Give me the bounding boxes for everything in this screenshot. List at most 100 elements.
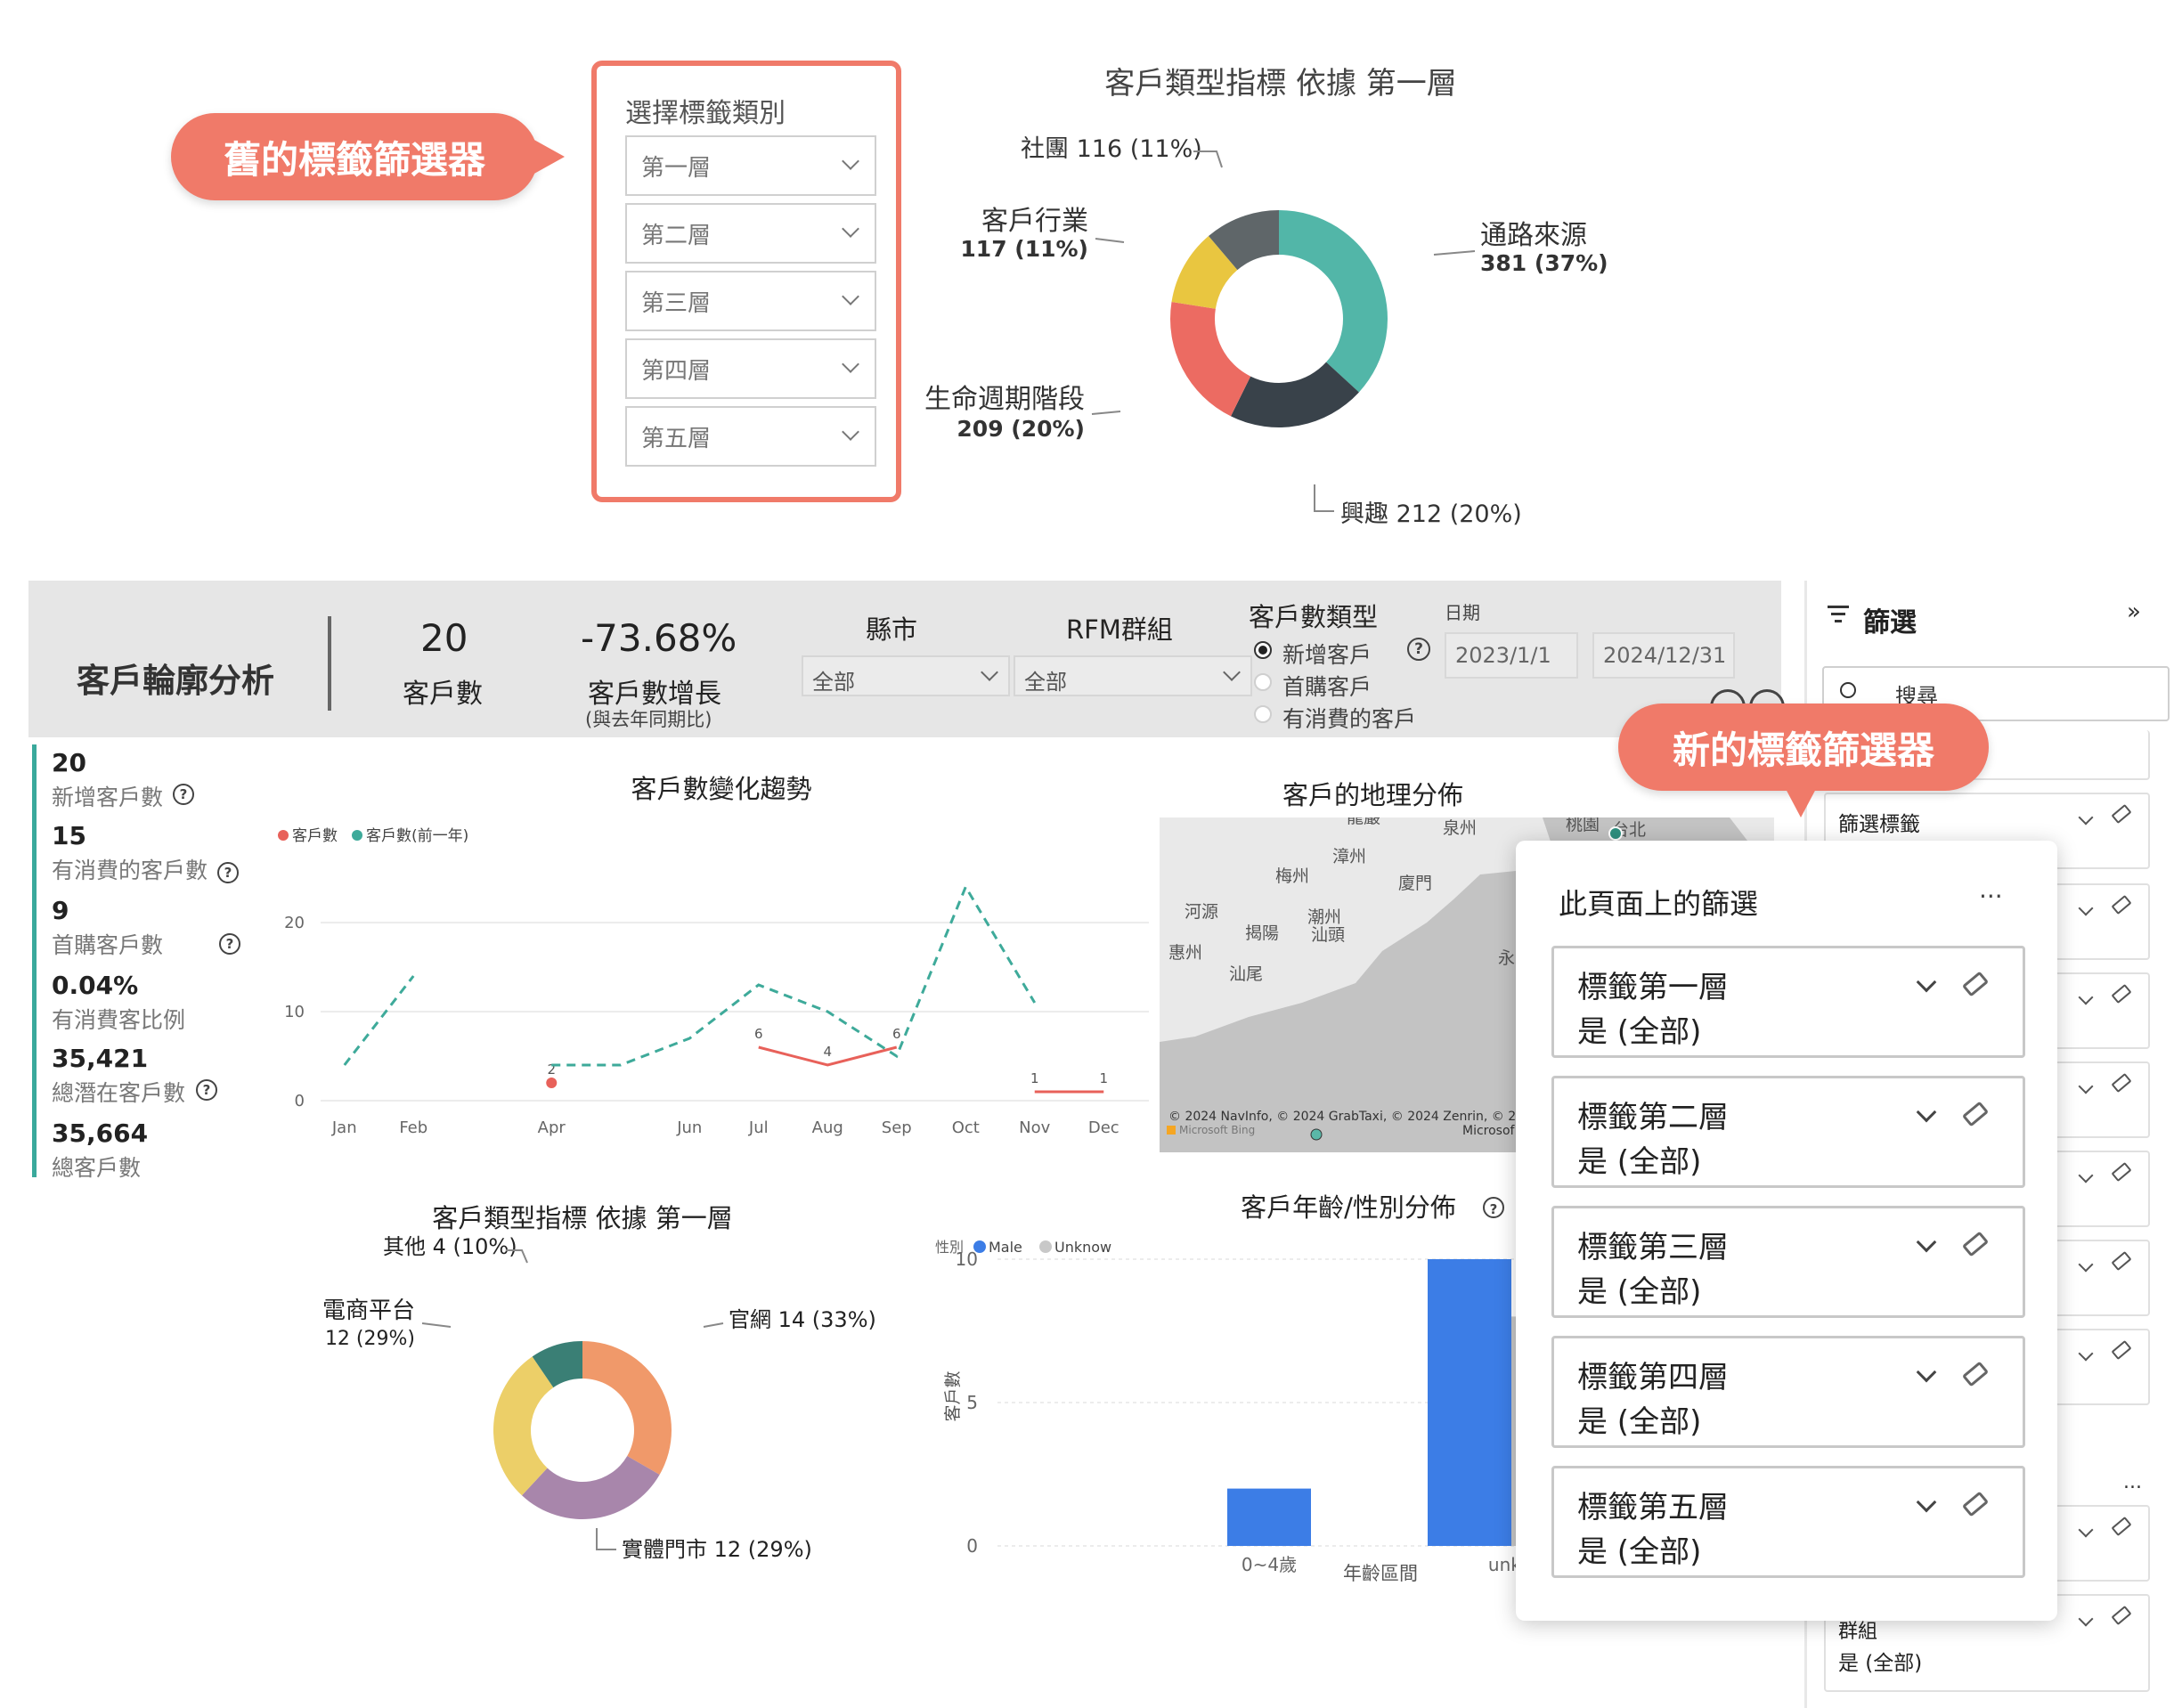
series-point bbox=[546, 1078, 558, 1088]
series-line bbox=[551, 883, 1037, 1067]
map-city-label: 漳州 bbox=[1332, 847, 1366, 866]
popup-filter-card-layer-2[interactable]: 標籤第二層 是 (全部) bbox=[1551, 1076, 2025, 1188]
radio-label-spending: 有消費的客戶 bbox=[1282, 706, 1417, 732]
eraser-icon[interactable] bbox=[1961, 1231, 1990, 1257]
eraser-icon[interactable] bbox=[1961, 1361, 1990, 1387]
old-dropdown-layer-5[interactable]: 第五層 bbox=[625, 406, 876, 467]
chevron-down-icon bbox=[2078, 1167, 2094, 1183]
chevron-down-icon[interactable] bbox=[1916, 972, 1937, 993]
kpi-potential-customers-label: 總潛在客戶數 bbox=[52, 1080, 186, 1106]
donut-slice bbox=[1279, 210, 1388, 393]
popup-filter-card-layer-3[interactable]: 標籤第三層 是 (全部) bbox=[1551, 1206, 2025, 1318]
old-dropdown-label: 第五層 bbox=[641, 425, 712, 452]
x-tick-label: Jul bbox=[748, 1118, 769, 1137]
help-icon[interactable]: ? bbox=[1407, 638, 1430, 661]
map-city-label: 揭陽 bbox=[1245, 923, 1279, 943]
age-gender-bar-chart: 客戶年齡/性別分佈 ? 性別MaleUnknow 0510 0~4歲unknow… bbox=[935, 1192, 1532, 1584]
more-options-icon[interactable]: ... bbox=[1979, 874, 2003, 904]
chevron-down-icon[interactable] bbox=[1916, 1102, 1937, 1123]
eraser-icon[interactable] bbox=[2111, 1250, 2132, 1272]
filter-icon bbox=[1828, 606, 1849, 622]
help-icon[interactable]: ? bbox=[196, 1079, 217, 1101]
pane-more-icon[interactable]: ... bbox=[2123, 1471, 2142, 1493]
rfm-dropdown[interactable]: 全部 bbox=[1014, 655, 1252, 696]
top-donut-title: 客戶類型指標 依據 第一層 bbox=[1104, 66, 1457, 102]
eraser-icon[interactable] bbox=[2111, 1605, 2132, 1626]
map-city-label: 桃園 bbox=[1566, 817, 1600, 834]
radio-first-purchase[interactable] bbox=[1254, 673, 1272, 691]
old-dropdown-layer-3[interactable]: 第三層 bbox=[625, 271, 876, 331]
popup-filter-card-layer-1[interactable]: 標籤第一層 是 (全部) bbox=[1551, 946, 2025, 1058]
x-tick-label: Oct bbox=[952, 1118, 980, 1137]
legend-label: Unknow bbox=[1054, 1239, 1111, 1256]
donut-label-store: 實體門市 12 (29%) bbox=[622, 1537, 812, 1562]
map-city-label: 廈門 bbox=[1398, 874, 1432, 893]
growth-value: -73.68% bbox=[581, 616, 737, 660]
popup-filter-card-layer-5[interactable]: 標籤第五層 是 (全部) bbox=[1551, 1466, 2025, 1578]
popup-card-value: 是 (全部) bbox=[1577, 1274, 1702, 1310]
chevron-down-icon[interactable] bbox=[1916, 1492, 1937, 1513]
donut-leader-store bbox=[596, 1528, 616, 1550]
eraser-icon[interactable] bbox=[2111, 1516, 2132, 1537]
map-point-taipei[interactable] bbox=[1608, 826, 1623, 841]
chevron-down-icon bbox=[2078, 1078, 2094, 1094]
help-icon[interactable]: ? bbox=[217, 862, 239, 883]
chevron-down-icon[interactable] bbox=[1916, 1232, 1937, 1253]
old-dropdown-layer-4[interactable]: 第四層 bbox=[625, 338, 876, 399]
eraser-icon[interactable] bbox=[1961, 971, 1990, 997]
eraser-icon[interactable] bbox=[2111, 1072, 2132, 1094]
map-city-label: 梅州 bbox=[1275, 866, 1309, 886]
bottom-donut-chart: 客戶類型指標 依據 第一層 官網 14 (33%) 實體門市 12 (29%) … bbox=[322, 1203, 876, 1562]
eraser-icon[interactable] bbox=[2111, 1339, 2132, 1361]
donut-slice bbox=[1170, 302, 1251, 417]
eraser-icon[interactable] bbox=[1961, 1491, 1990, 1517]
pane-card-value: 是 (全部) bbox=[1838, 1652, 1923, 1675]
customer-type-label: 客戶數類型 bbox=[1249, 602, 1379, 632]
popup-card-value: 是 (全部) bbox=[1577, 1144, 1702, 1180]
popup-filter-card-layer-4[interactable]: 標籤第四層 是 (全部) bbox=[1551, 1336, 2025, 1448]
donut-leader-lifecycle bbox=[1091, 411, 1121, 415]
page-title: 客戶輪廓分析 bbox=[77, 662, 274, 700]
radio-new-customer[interactable] bbox=[1254, 641, 1272, 659]
old-dropdown-layer-2[interactable]: 第二層 bbox=[625, 203, 876, 264]
county-dropdown[interactable]: 全部 bbox=[802, 655, 1010, 696]
eraser-icon[interactable] bbox=[2111, 983, 2132, 1004]
collapse-pane-icon[interactable]: » bbox=[2127, 598, 2141, 625]
eraser-icon[interactable] bbox=[2111, 1161, 2132, 1183]
date-end-input[interactable]: 2024/12/31 bbox=[1592, 632, 1735, 679]
customer-trend-line-chart: 客戶數變化趨勢 客戶數 客戶數(前一年) 01020 26461 1 Jan Feb A… bbox=[278, 774, 1149, 1137]
data-label: 6 bbox=[754, 1026, 763, 1042]
new-filter-callout-text: 新的標籤篩選器 bbox=[1672, 728, 1934, 772]
map-city-label: 龍巖 bbox=[1347, 817, 1380, 827]
report-header-band: 客戶輪廓分析 20 客戶數 -73.68% 客戶數增長 (與去年同期比) 縣市 … bbox=[28, 581, 1793, 737]
x-tick-label: Jan bbox=[331, 1118, 357, 1137]
kpi-potential-customers-value: 35,421 bbox=[52, 1044, 149, 1073]
bar-y-axis-title: 客戶數 bbox=[943, 1370, 963, 1421]
legend-marker bbox=[1039, 1240, 1052, 1253]
eraser-icon[interactable] bbox=[1961, 1101, 1990, 1127]
old-dropdown-layer-1[interactable]: 第一層 bbox=[625, 135, 876, 196]
map-point[interactable] bbox=[1310, 1128, 1323, 1141]
popup-card-value: 是 (全部) bbox=[1577, 1404, 1702, 1440]
old-dropdown-label: 第三層 bbox=[641, 289, 712, 317]
radio-spending[interactable] bbox=[1254, 705, 1272, 723]
eraser-icon[interactable] bbox=[2111, 894, 2132, 915]
popup-card-title: 標籤第二層 bbox=[1577, 1100, 1729, 1135]
chevron-down-icon bbox=[842, 288, 859, 305]
date-label: 日期 bbox=[1445, 602, 1480, 623]
chevron-down-icon bbox=[2078, 1346, 2094, 1362]
date-start-input[interactable]: 2023/1/1 bbox=[1445, 632, 1578, 679]
radio-label-new: 新增客戶 bbox=[1282, 642, 1372, 668]
help-icon[interactable]: ? bbox=[173, 784, 194, 805]
kpi-spending-ratio-value: 0.04% bbox=[52, 971, 139, 1000]
chevron-down-icon bbox=[2078, 900, 2094, 916]
bing-logo-icon bbox=[1167, 1126, 1176, 1135]
help-icon[interactable]: ? bbox=[219, 933, 240, 955]
kpi-spending-ratio-label: 有消費客比例 bbox=[52, 1007, 186, 1033]
y-tick-label: 20 bbox=[284, 914, 305, 932]
kpi-first-purchase-value: 9 bbox=[52, 896, 69, 925]
chevron-down-icon[interactable] bbox=[1916, 1362, 1937, 1383]
county-dropdown-value: 全部 bbox=[812, 670, 855, 695]
eraser-icon[interactable] bbox=[2111, 803, 2132, 825]
legend-label: 客戶數 bbox=[292, 827, 338, 845]
